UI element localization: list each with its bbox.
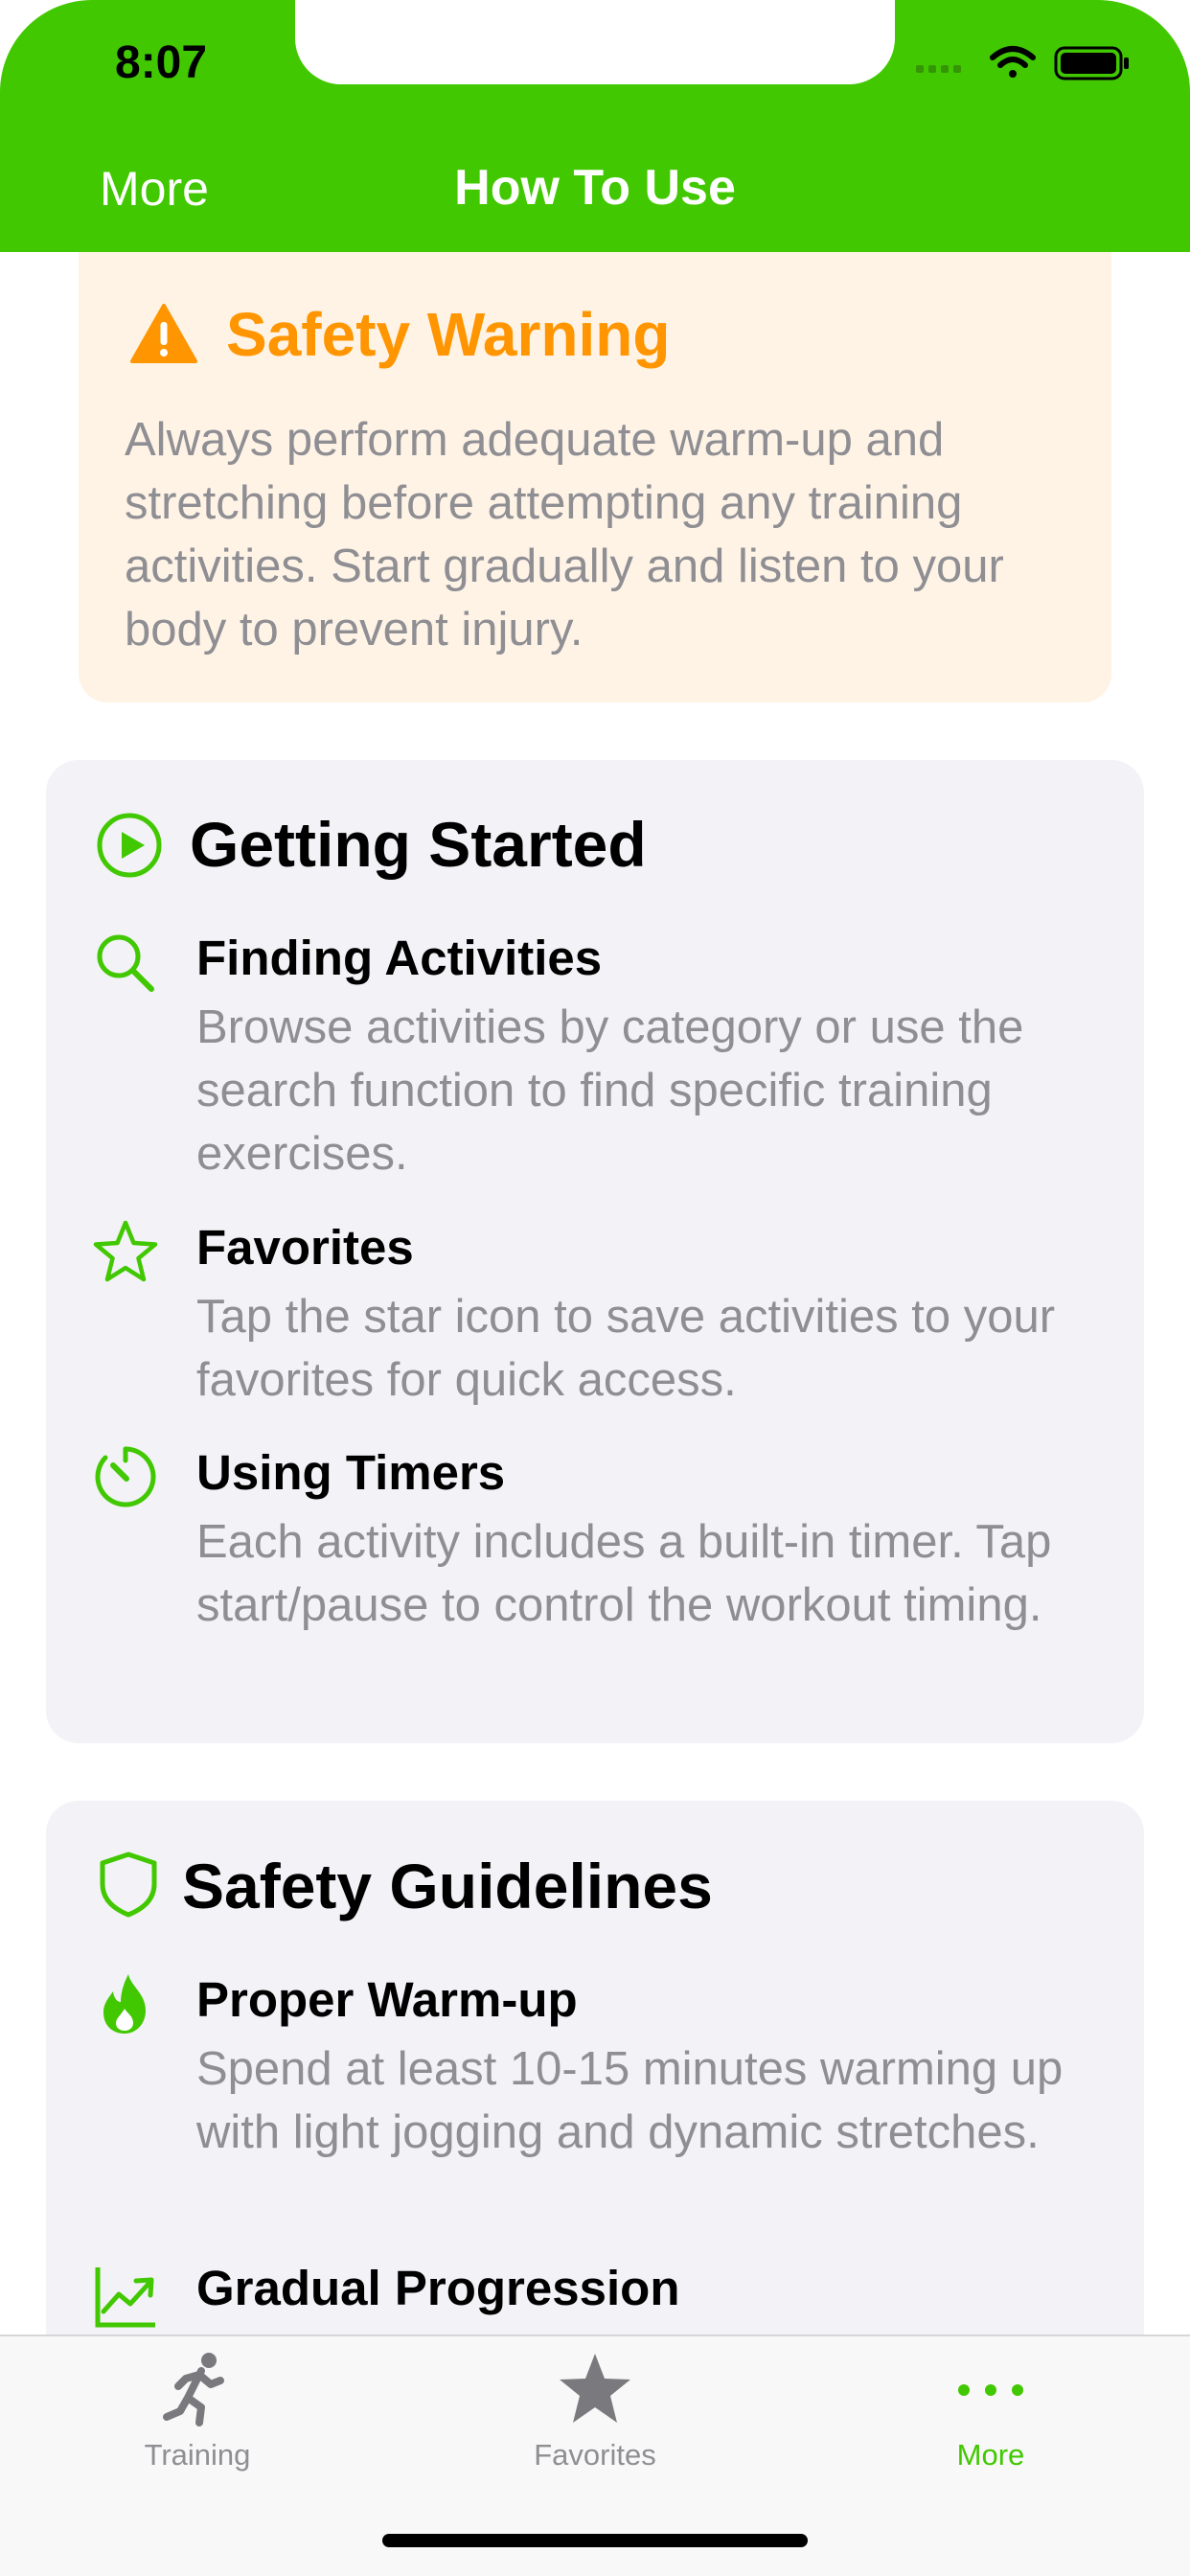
running-figure-icon (163, 2353, 224, 2426)
timer-icon (95, 1446, 156, 1507)
page-title: How To Use (454, 160, 736, 216)
finding-activities-description: Browse activities by category or use the… (196, 1001, 1024, 1180)
gradual-progression-title: Gradual Progression (196, 2261, 680, 2315)
tab-training[interactable]: Training (54, 2350, 341, 2484)
getting-started-title: Getting Started (190, 809, 647, 880)
device-notch (295, 0, 895, 84)
safety-guidelines-title: Safety Guidelines (182, 1851, 713, 1921)
chart-up-icon (95, 2267, 155, 2328)
tab-more-label: More (956, 2438, 1025, 2472)
status-time: 8:07 (115, 37, 208, 88)
battery-icon (1054, 46, 1129, 80)
proper-warmup-title: Proper Warm-up (196, 1972, 578, 2027)
cellular-signal-icon (916, 65, 961, 73)
tab-more[interactable]: More (847, 2350, 1134, 2484)
using-timers-description: Each activity includes a built-in timer.… (196, 1516, 1052, 1631)
proper-warmup-description: Spend at least 10-15 minutes warming up … (196, 2043, 1064, 2158)
safety-warning-text: Always perform adequate warm-up and stre… (125, 414, 1004, 656)
favorites-help-title: Favorites (196, 1220, 414, 1275)
star-icon (93, 1220, 158, 1282)
home-indicator (382, 2534, 808, 2547)
tab-favorites-label: Favorites (534, 2438, 656, 2472)
favorites-help-description: Tap the star icon to save activities to … (196, 1291, 1056, 1406)
safety-warning-title: Safety Warning (226, 300, 671, 369)
more-dots-icon (958, 2384, 1023, 2396)
star-filled-icon (560, 2354, 630, 2423)
status-icons (916, 46, 1129, 80)
finding-activities-title: Finding Activities (196, 931, 603, 985)
flame-icon (103, 1974, 146, 2034)
tab-favorites[interactable]: Favorites (451, 2350, 739, 2484)
tab-training-label: Training (144, 2438, 251, 2472)
wifi-icon (990, 46, 1036, 78)
shield-icon (100, 1852, 157, 1918)
using-timers-title: Using Timers (196, 1445, 506, 1500)
screen: 8:07 More How To Use Safety Warning Alwa… (0, 0, 1190, 2576)
play-circle-icon (97, 813, 162, 878)
search-icon (97, 934, 154, 992)
warning-triangle-icon (130, 304, 197, 363)
navigation-header: 8:07 More How To Use (0, 0, 1190, 252)
